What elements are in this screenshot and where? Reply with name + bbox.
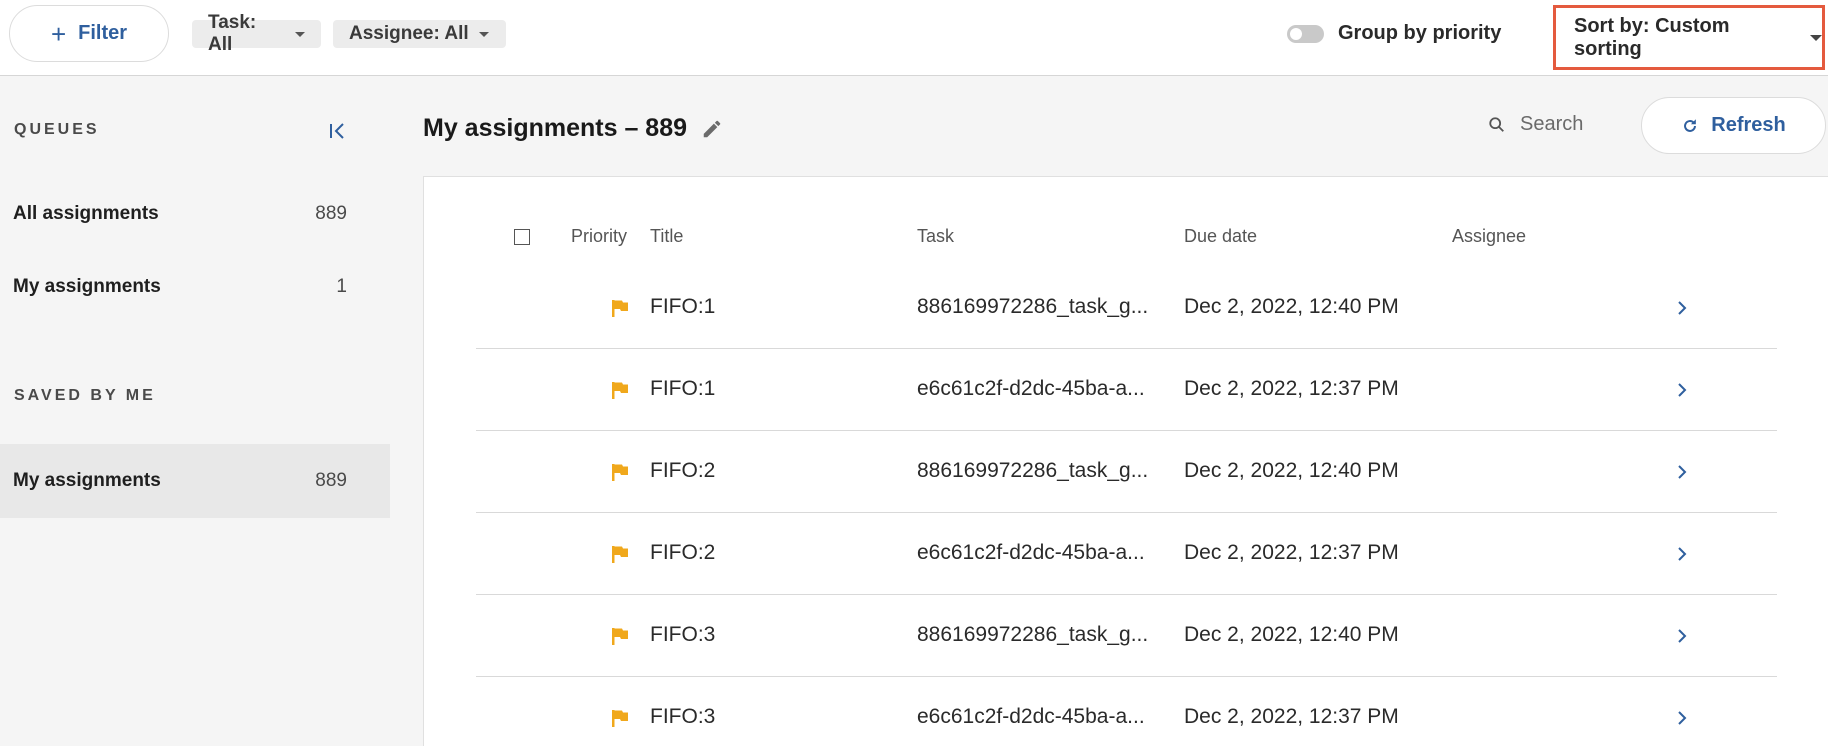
top-toolbar: + Filter Task: All Assignee: All Group b… bbox=[0, 0, 1828, 76]
flag-icon bbox=[612, 464, 628, 481]
flag-icon bbox=[612, 300, 628, 317]
task-filter-chip[interactable]: Task: All bbox=[192, 12, 321, 55]
row-due-date: Dec 2, 2022, 12:37 PM bbox=[1184, 705, 1399, 728]
row-due-date: Dec 2, 2022, 12:37 PM bbox=[1184, 541, 1399, 564]
sort-dropdown[interactable]: Sort by: Custom sorting bbox=[1553, 5, 1825, 70]
column-header-title[interactable]: Title bbox=[650, 226, 683, 247]
filter-button[interactable]: + Filter bbox=[9, 5, 169, 62]
table-row[interactable]: FIFO:1 e6c61c2f-d2dc-45ba-a... Dec 2, 20… bbox=[476, 349, 1777, 431]
column-header-priority[interactable]: Priority bbox=[571, 226, 627, 247]
chevron-right-icon[interactable] bbox=[1676, 546, 1688, 562]
row-title: FIFO:1 bbox=[650, 295, 716, 318]
sidebar-item-saved-my-assignments[interactable]: My assignments 889 bbox=[0, 444, 390, 518]
flag-icon bbox=[612, 546, 628, 563]
queues-sidebar: QUEUES All assignments 889 My assignment… bbox=[0, 77, 390, 746]
caret-down-icon bbox=[1810, 34, 1822, 41]
caret-down-icon bbox=[478, 31, 489, 37]
refresh-button-label: Refresh bbox=[1711, 114, 1786, 136]
table-row[interactable]: FIFO:2 886169972286_task_g... Dec 2, 202… bbox=[476, 431, 1777, 513]
row-task: e6c61c2f-d2dc-45ba-a... bbox=[917, 705, 1145, 728]
page-title: My assignments – 889 bbox=[423, 114, 688, 142]
page-header: My assignments – 889 bbox=[423, 114, 723, 143]
group-by-priority-toggle[interactable] bbox=[1287, 24, 1324, 43]
row-task: 886169972286_task_g... bbox=[917, 459, 1149, 482]
task-filter-label: Task: All bbox=[208, 12, 257, 55]
search-box bbox=[1488, 113, 1630, 136]
sort-dropdown-label: Sort by: Custom sorting bbox=[1574, 14, 1730, 60]
saved-section-title: SAVED BY ME bbox=[14, 387, 156, 404]
row-task: 886169972286_task_g... bbox=[917, 623, 1149, 646]
refresh-icon bbox=[1684, 118, 1697, 132]
sidebar-item-count: 889 bbox=[315, 203, 347, 224]
chevron-right-icon[interactable] bbox=[1676, 628, 1688, 644]
chevron-right-icon[interactable] bbox=[1676, 382, 1688, 398]
column-header-assignee[interactable]: Assignee bbox=[1452, 226, 1526, 247]
sidebar-item-label: My assignments bbox=[13, 276, 161, 297]
row-due-date: Dec 2, 2022, 12:40 PM bbox=[1184, 459, 1399, 482]
pencil-icon[interactable] bbox=[701, 118, 723, 140]
table-row[interactable]: FIFO:3 e6c61c2f-d2dc-45ba-a... Dec 2, 20… bbox=[476, 677, 1777, 746]
table-row[interactable]: FIFO:2 e6c61c2f-d2dc-45ba-a... Dec 2, 20… bbox=[476, 513, 1777, 595]
sidebar-item-all-assignments[interactable]: All assignments 889 bbox=[0, 177, 390, 251]
column-header-due-date[interactable]: Due date bbox=[1184, 226, 1257, 247]
row-task: e6c61c2f-d2dc-45ba-a... bbox=[917, 541, 1145, 564]
row-title: FIFO:2 bbox=[650, 459, 716, 482]
group-by-priority: Group by priority bbox=[1287, 22, 1501, 45]
sidebar-item-count: 889 bbox=[315, 470, 347, 491]
row-title: FIFO:3 bbox=[650, 623, 716, 646]
group-by-priority-label: Group by priority bbox=[1338, 22, 1502, 44]
search-input[interactable] bbox=[1520, 113, 1630, 136]
row-task: e6c61c2f-d2dc-45ba-a... bbox=[917, 377, 1145, 400]
plus-icon: + bbox=[50, 18, 67, 49]
assignments-table: Priority Title Task Due date Assignee FI… bbox=[423, 176, 1828, 746]
caret-down-icon bbox=[295, 31, 305, 37]
row-title: FIFO:1 bbox=[650, 377, 716, 400]
flag-icon bbox=[612, 710, 628, 727]
refresh-button[interactable]: Refresh bbox=[1641, 97, 1826, 154]
row-task: 886169972286_task_g... bbox=[917, 295, 1149, 318]
sidebar-item-label: My assignments bbox=[13, 470, 161, 491]
chevron-right-icon[interactable] bbox=[1676, 300, 1688, 316]
row-due-date: Dec 2, 2022, 12:40 PM bbox=[1184, 295, 1399, 318]
search-icon bbox=[1489, 116, 1504, 132]
column-header-task[interactable]: Task bbox=[917, 226, 954, 247]
row-due-date: Dec 2, 2022, 12:37 PM bbox=[1184, 377, 1399, 400]
chevron-right-icon[interactable] bbox=[1676, 464, 1688, 480]
flag-icon bbox=[612, 382, 628, 399]
table-row[interactable]: FIFO:1 886169972286_task_g... Dec 2, 202… bbox=[476, 267, 1777, 349]
table-row[interactable]: FIFO:3 886169972286_task_g... Dec 2, 202… bbox=[476, 595, 1777, 677]
sidebar-item-label: All assignments bbox=[13, 203, 159, 224]
filter-button-label: Filter bbox=[78, 22, 128, 44]
select-all-checkbox[interactable] bbox=[514, 229, 530, 245]
flag-icon bbox=[612, 628, 628, 645]
sidebar-item-count: 1 bbox=[336, 276, 347, 297]
queues-section-title: QUEUES bbox=[14, 121, 100, 138]
row-due-date: Dec 2, 2022, 12:40 PM bbox=[1184, 623, 1399, 646]
assignee-filter-chip[interactable]: Assignee: All bbox=[333, 20, 506, 48]
row-title: FIFO:2 bbox=[650, 541, 716, 564]
row-title: FIFO:3 bbox=[650, 705, 716, 728]
chevron-right-icon[interactable] bbox=[1676, 710, 1688, 726]
collapse-left-icon[interactable] bbox=[328, 121, 348, 141]
sidebar-item-my-assignments[interactable]: My assignments 1 bbox=[0, 250, 390, 324]
assignee-filter-label: Assignee: All bbox=[349, 23, 469, 44]
